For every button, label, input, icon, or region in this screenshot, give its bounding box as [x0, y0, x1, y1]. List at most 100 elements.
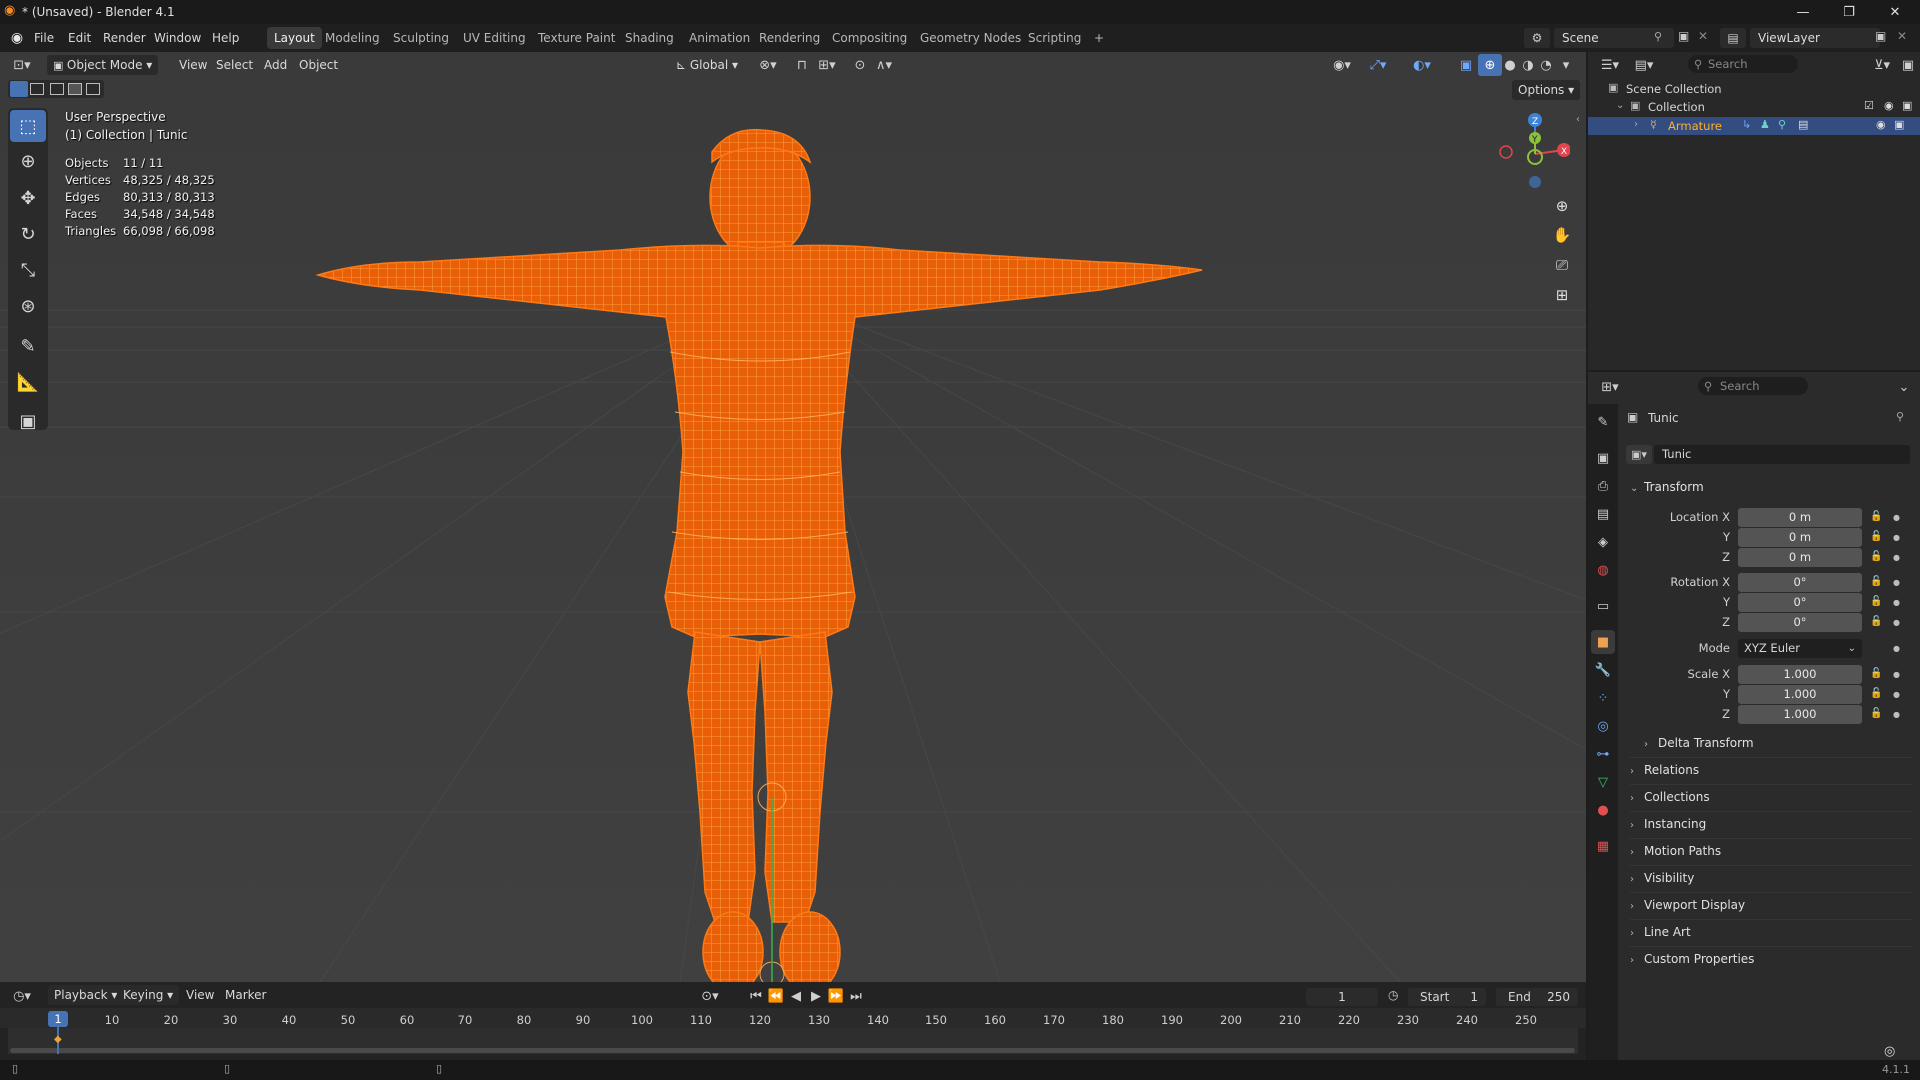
delete-scene-icon[interactable]: ✕	[1698, 29, 1708, 43]
gizmo-neg-x[interactable]	[1499, 145, 1513, 159]
transform-panel-header[interactable]: ⌄ Transform	[1630, 476, 1912, 498]
add-cube-tool-icon[interactable]: ▣	[10, 405, 46, 437]
keyframe-scale-x-icon[interactable]: ●	[1893, 670, 1900, 679]
object-tab-icon[interactable]: ■	[1591, 630, 1615, 654]
tab-modeling[interactable]: Modeling	[318, 27, 387, 49]
view-layer-field[interactable]: ViewLayer	[1750, 28, 1880, 48]
scale-tool-icon[interactable]: ⤡	[10, 254, 46, 286]
constraints-tab-icon[interactable]: ⊶	[1591, 742, 1615, 766]
gizmo-neg-z[interactable]	[1529, 176, 1541, 188]
physics-tab-icon[interactable]: ◎	[1591, 714, 1615, 738]
view-layer-tab-icon[interactable]: ▤	[1591, 502, 1615, 526]
playhead-frame[interactable]: 1	[48, 1011, 68, 1027]
scale-x-field[interactable]: 1.000	[1738, 665, 1862, 684]
lock-rotation-y-icon[interactable]: 🔓	[1870, 596, 1882, 607]
keyframe-rotation-y-icon[interactable]: ●	[1893, 598, 1900, 607]
lock-location-x-icon[interactable]: 🔓	[1870, 511, 1882, 522]
location-x-field[interactable]: 0 m	[1738, 508, 1862, 527]
armature-camera-icon[interactable]: ▣	[1894, 118, 1904, 131]
transform-orientation-dropdown[interactable]: ⊾ Global ▾	[670, 55, 744, 75]
viewport-menu-view[interactable]: View	[173, 55, 213, 75]
outliner-panel[interactable]: ☰▾ ▤▾ ⚲ Search ⊻▾ ▣ ▣ Scene Collection ⌄…	[1588, 52, 1920, 370]
rotation-mode-dropdown[interactable]: XYZ Euler ⌄	[1738, 639, 1862, 658]
object-data-dropdown-icon[interactable]: ▣▾	[1626, 445, 1652, 464]
collection-checkbox-icon[interactable]: ☑	[1864, 99, 1874, 112]
new-scene-icon[interactable]: ▣	[1678, 29, 1689, 43]
properties-navigation-icon[interactable]: ◎	[1884, 1044, 1895, 1059]
add-workspace-icon[interactable]: +	[1087, 27, 1111, 49]
properties-editor-type-icon[interactable]: ⊞▾	[1598, 376, 1622, 398]
relations-panel-header[interactable]: › Relations	[1630, 759, 1912, 781]
properties-options-icon[interactable]: ⌄	[1892, 376, 1916, 398]
select-intersect-icon[interactable]	[86, 83, 100, 95]
menu-help[interactable]: Help	[206, 28, 245, 48]
filter-icon[interactable]: ⊻▾	[1870, 54, 1894, 76]
lock-rotation-x-icon[interactable]: 🔓	[1870, 576, 1882, 587]
blender-menu-icon[interactable]: ◉	[8, 29, 26, 47]
gizmo-toggle-icon[interactable]: ⤢▾	[1366, 54, 1390, 76]
new-collection-icon[interactable]: ▣	[1896, 54, 1920, 76]
viewport-menu-select[interactable]: Select	[210, 55, 259, 75]
keyframe-rotation-z-icon[interactable]: ●	[1893, 618, 1900, 627]
jump-end-icon[interactable]: ⏭	[844, 985, 868, 1007]
viewport-menu-add[interactable]: Add	[258, 55, 293, 75]
collection-camera-icon[interactable]: ▣	[1902, 99, 1912, 112]
view-layer-icon[interactable]: ▤	[1720, 28, 1746, 48]
lock-scale-x-icon[interactable]: 🔓	[1870, 668, 1882, 679]
output-tab-icon[interactable]: ⎙	[1591, 474, 1615, 498]
collection-eye-icon[interactable]: ◉	[1884, 99, 1894, 112]
display-mode-icon[interactable]: ▤▾	[1632, 54, 1656, 76]
playback-menu[interactable]: Playback ▾	[48, 985, 124, 1005]
annotate-tool-icon[interactable]: ✎	[10, 330, 46, 362]
3d-viewport[interactable]	[0, 52, 1586, 982]
pivot-point-icon[interactable]: ⊗▾	[756, 54, 780, 76]
zoom-icon[interactable]: ⊕	[1548, 192, 1576, 220]
tab-shading[interactable]: Shading	[618, 27, 681, 49]
collapse-sidebar-icon[interactable]: ‹	[1576, 114, 1580, 125]
select-new-icon[interactable]	[10, 81, 28, 97]
current-frame-field[interactable]: 1	[1306, 988, 1378, 1006]
expand-collection-icon[interactable]: ⌄	[1616, 100, 1624, 111]
measure-tool-icon[interactable]: 📐	[10, 366, 46, 398]
delta-transform-subpanel[interactable]: › Delta Transform	[1644, 732, 1912, 754]
rotate-tool-icon[interactable]: ↻	[10, 218, 46, 250]
keyframe-location-z-icon[interactable]: ●	[1893, 553, 1900, 562]
armature-eye-icon[interactable]: ◉	[1876, 118, 1886, 131]
viewport-menu-object[interactable]: Object	[293, 55, 344, 75]
texture-tab-icon[interactable]: ▦	[1591, 834, 1615, 858]
select-extend-icon[interactable]	[30, 83, 44, 95]
menu-edit[interactable]: Edit	[62, 28, 97, 48]
minimize-button[interactable]: —	[1780, 0, 1826, 24]
lock-location-z-icon[interactable]: 🔓	[1870, 551, 1882, 562]
lock-rotation-z-icon[interactable]: 🔓	[1870, 616, 1882, 627]
pan-hand-icon[interactable]: ✋	[1548, 221, 1576, 249]
outliner-editor-type-icon[interactable]: ☰▾	[1598, 54, 1622, 76]
particles-tab-icon[interactable]: ⁘	[1591, 686, 1615, 710]
keyframe-rotation-x-icon[interactable]: ●	[1893, 578, 1900, 587]
modifier-tab-icon[interactable]: 🔧	[1591, 658, 1615, 682]
properties-search-field[interactable]: ⚲ Search	[1698, 377, 1808, 395]
menu-render[interactable]: Render	[97, 28, 152, 48]
motion-paths-panel-header[interactable]: › Motion Paths	[1630, 840, 1912, 862]
pin-icon[interactable]: ⚲	[1654, 30, 1662, 43]
cursor-tool-icon[interactable]: ⊕	[10, 145, 46, 177]
object-name-field[interactable]: Tunic	[1654, 445, 1910, 464]
keyframe-location-y-icon[interactable]: ●	[1893, 533, 1900, 542]
proportional-edit-icon[interactable]: ⊙	[848, 54, 872, 76]
select-invert-icon[interactable]	[68, 83, 82, 95]
tab-sculpting[interactable]: Sculpting	[386, 27, 456, 49]
outliner-search-field[interactable]: ⚲ Search	[1688, 55, 1798, 73]
outliner-row-armature[interactable]: › ☿ Armature ↳ ♟ ⚲ ▤ ◉ ▣	[1588, 117, 1920, 135]
move-tool-icon[interactable]: ✥	[10, 182, 46, 214]
collections-panel-header[interactable]: › Collections	[1630, 786, 1912, 808]
menu-file[interactable]: File	[28, 28, 60, 48]
options-dropdown[interactable]: Options ▾	[1512, 80, 1581, 100]
timeline-editor-type-icon[interactable]: ◷▾	[10, 985, 34, 1007]
menu-window[interactable]: Window	[148, 28, 207, 48]
scene-icon[interactable]: ⚙	[1524, 28, 1550, 48]
select-box-tool-icon[interactable]: ⬚	[10, 110, 46, 142]
tab-uv-editing[interactable]: UV Editing	[456, 27, 533, 49]
render-tab-icon[interactable]: ▣	[1591, 446, 1615, 470]
tab-layout[interactable]: Layout	[267, 27, 322, 49]
location-z-field[interactable]: 0 m	[1738, 548, 1862, 567]
